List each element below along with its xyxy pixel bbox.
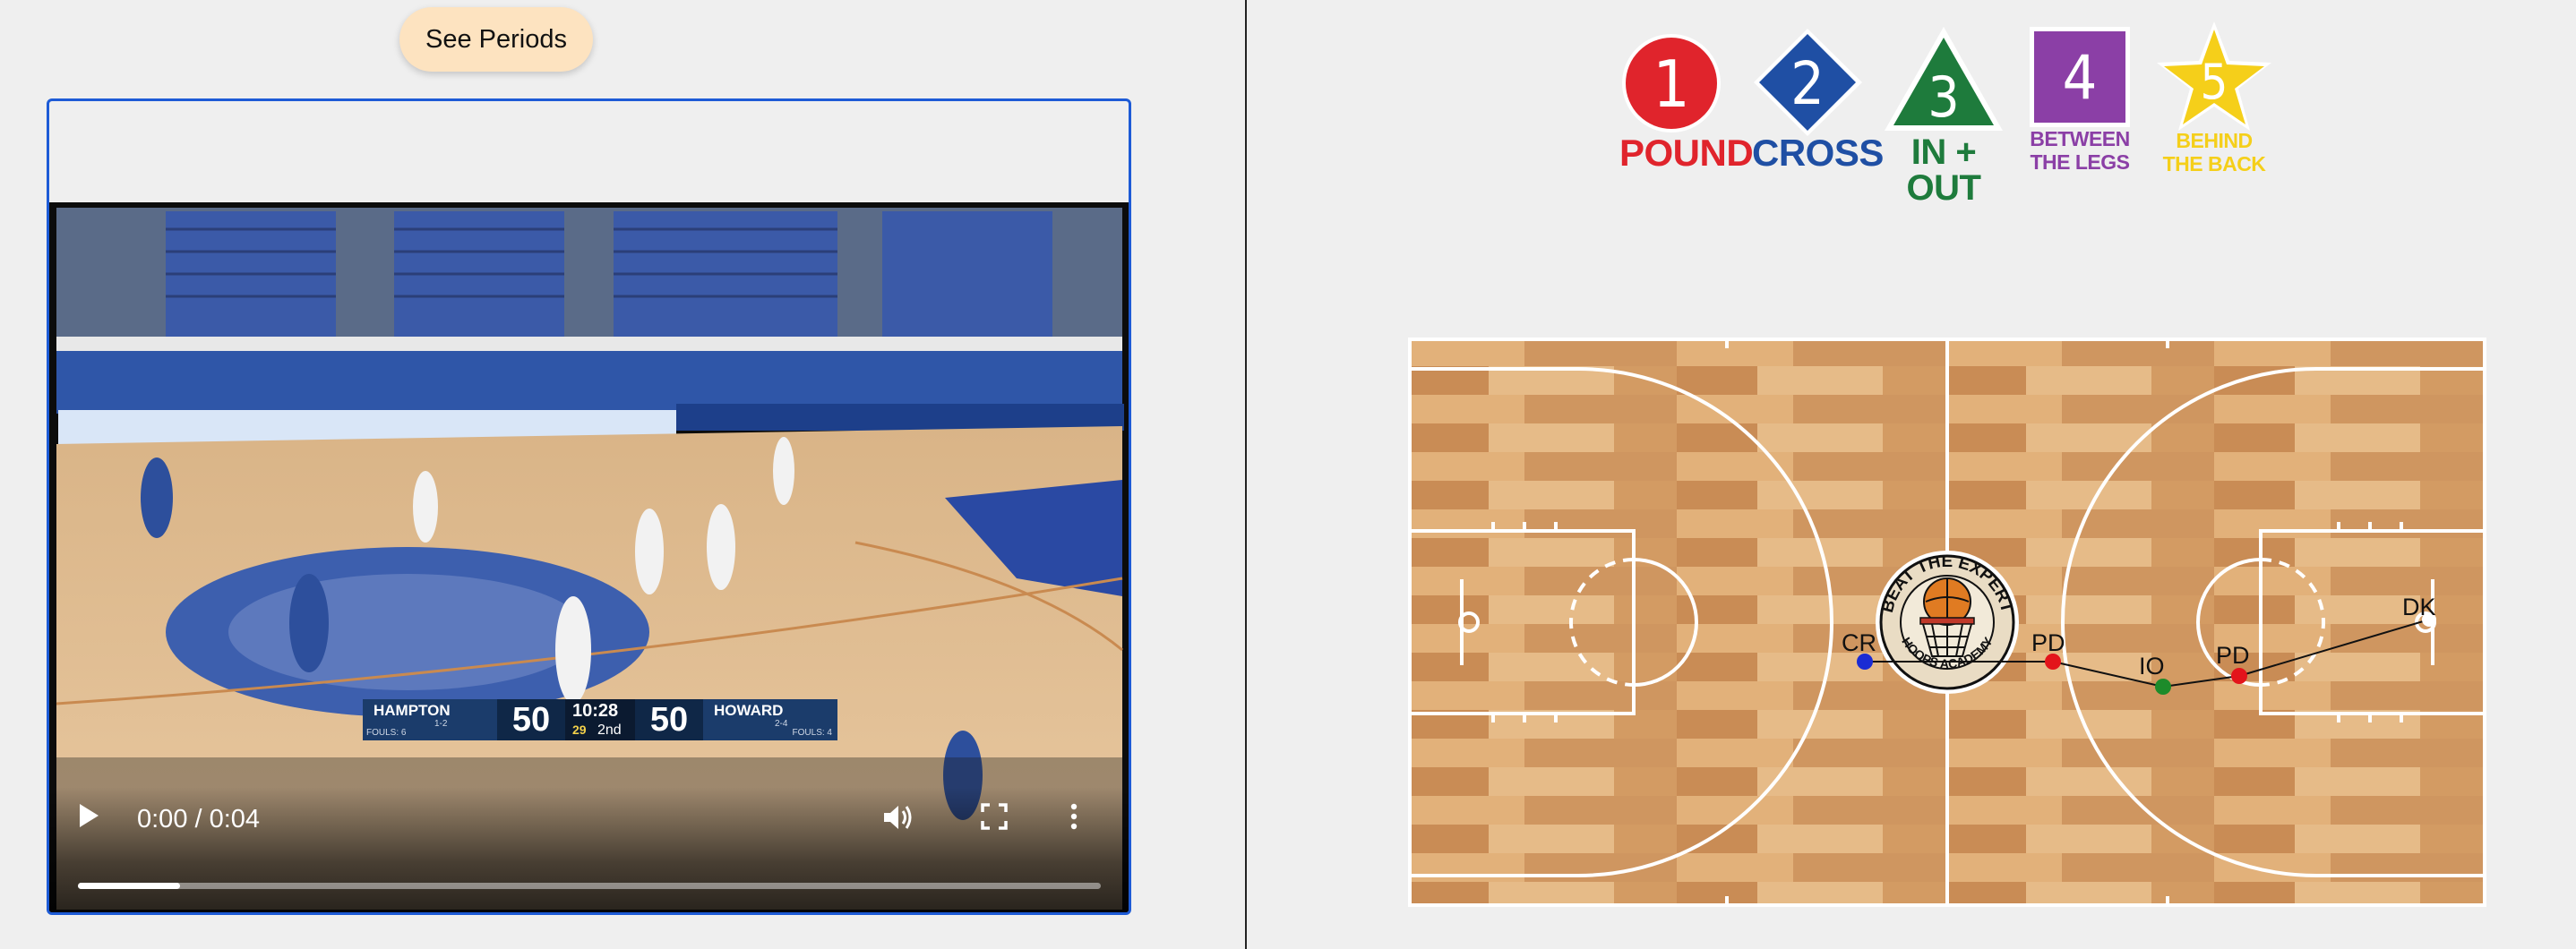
progress-bar[interactable] (78, 883, 1101, 889)
legend-in-out: 3 IN + OUT (1881, 25, 2006, 206)
team-record: 2-4 (775, 719, 788, 729)
basketball-court[interactable]: BEAT THE EXPERT HOOPS ACADEMY CR PD IO P… (1408, 338, 2486, 907)
legend-behind-the-back: 5 BEHIND THE BACK (2154, 20, 2274, 179)
legend-number: 5 (2201, 54, 2228, 110)
legend-number: 1 (1653, 47, 1689, 122)
score-away: 50 (635, 699, 703, 740)
video-frame[interactable]: HAMPTON 1-2 FOULS: 6 50 10:28 29 2nd 50 … (49, 202, 1129, 912)
legend-number: 4 (2063, 43, 2098, 114)
legend-number: 3 (1928, 64, 1959, 130)
legend-triangle-icon: 3 (1885, 27, 2003, 131)
legend-label-line1: BEHIND (2176, 129, 2253, 152)
period: 2nd (597, 722, 622, 738)
team-fouls: FOULS: 4 (792, 728, 832, 738)
legend-label-line2: THE BACK (2162, 152, 2266, 175)
clock-time: 10:28 (572, 701, 619, 721)
see-periods-button[interactable]: See Periods (399, 7, 593, 72)
legend-number: 2 (1790, 49, 1825, 118)
fullscreen-icon[interactable] (981, 803, 1017, 839)
team-name: HOWARD (714, 702, 784, 719)
legend-label-line1: BETWEEN (2030, 127, 2130, 150)
team-fouls: FOULS: 6 (366, 728, 407, 738)
legend-cross: 2 CROSS (1752, 27, 1884, 179)
marker-label-io: IO (2139, 653, 2165, 680)
marker-dot-pd[interactable] (2231, 668, 2247, 684)
game-clock: 10:28 29 2nd (565, 699, 635, 740)
marker-dot-io[interactable] (2155, 679, 2171, 695)
legend-diamond-icon: 2 (1754, 29, 1862, 136)
video-controls: 0:00 / 0:04 (49, 787, 1129, 912)
team-record: 1-2 (434, 719, 448, 729)
marker-label-pd: PD (2031, 629, 2065, 656)
more-options-icon[interactable] (1070, 803, 1097, 839)
marker-label-cr: CR (1842, 629, 1876, 656)
score-home: 50 (497, 699, 565, 740)
scoreboard-team-away: HOWARD 2-4 FOULS: 4 (703, 699, 837, 740)
video-player[interactable]: HAMPTON 1-2 FOULS: 6 50 10:28 29 2nd 50 … (47, 98, 1131, 915)
legend-label: CROSS (1752, 132, 1884, 174)
legend-square-icon: 4 (2030, 27, 2130, 127)
legend-star-icon: 5 (2157, 21, 2271, 131)
legend-label: IN + OUT (1906, 133, 1981, 208)
time-display: 0:00 / 0:04 (137, 805, 261, 834)
beat-the-expert-logo: BEAT THE EXPERT HOOPS ACADEMY (1876, 551, 2019, 694)
volume-icon[interactable] (882, 803, 922, 839)
court-diagram: BEAT THE EXPERT HOOPS ACADEMY (1408, 338, 2486, 907)
marker-label-dk: DK (2402, 594, 2436, 620)
play-icon[interactable] (78, 803, 114, 839)
marker-label-pd: PD (2216, 642, 2250, 669)
team-name: HAMPTON (374, 702, 451, 719)
shot-clock: 29 (572, 722, 587, 737)
progress-fill (78, 883, 181, 889)
legend-pound: 1 POUND (1619, 31, 1754, 179)
legend-between-the-legs: 4 BETWEEN THE LEGS (2026, 25, 2134, 177)
legend-circle-icon: 1 (1622, 34, 1721, 133)
scoreboard: HAMPTON 1-2 FOULS: 6 50 10:28 29 2nd 50 … (363, 699, 837, 740)
legend-label: POUND (1619, 132, 1754, 174)
scoreboard-team-home: HAMPTON 1-2 FOULS: 6 (363, 699, 497, 740)
legend-label-line2: THE LEGS (2030, 150, 2130, 174)
panel-divider (1245, 0, 1247, 949)
